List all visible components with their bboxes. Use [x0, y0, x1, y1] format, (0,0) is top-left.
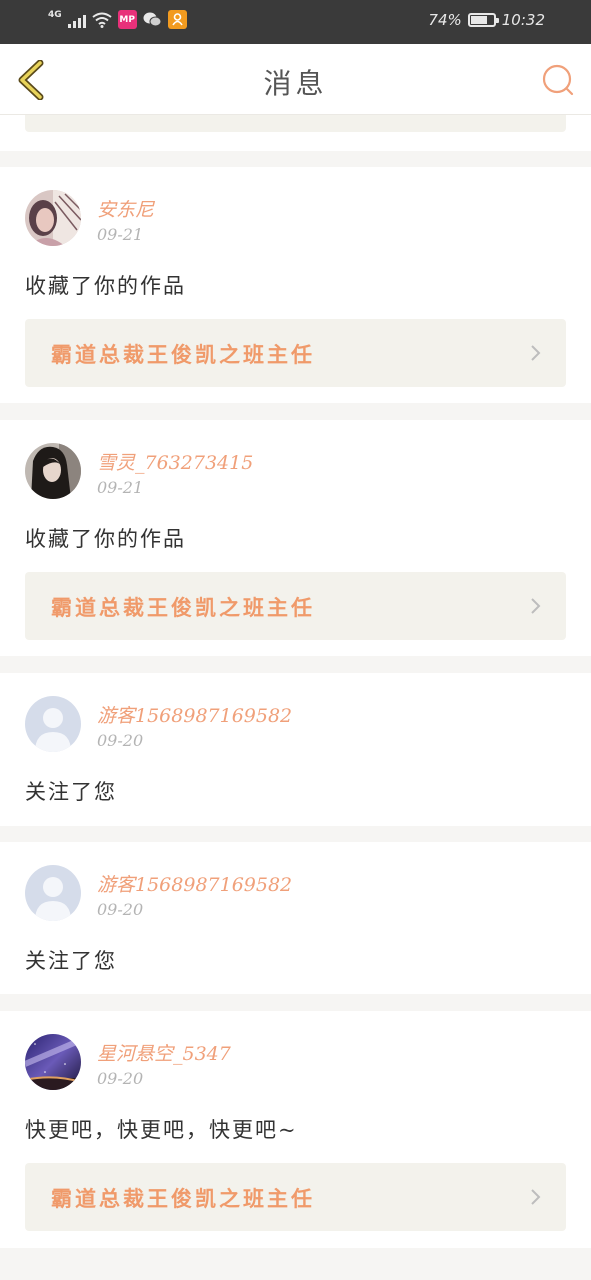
message-item[interactable]: 安东尼 09-21 收藏了你的作品 霸道总裁王俊凯之班主任 [0, 167, 591, 403]
search-icon [542, 64, 574, 96]
qzone-icon [167, 10, 187, 29]
message-item[interactable]: 游客1568987169582 09-20 关注了您 [0, 673, 591, 826]
message-date: 09-20 [97, 900, 144, 919]
battery-fill [470, 16, 488, 24]
message-item[interactable]: 星河悬空_5347 09-20 快更吧，快更吧，快更吧~ 霸道总裁王俊凯之班主任 [0, 1011, 591, 1248]
photo-galaxy-icon [25, 1034, 81, 1090]
network-type: 4G [48, 9, 62, 20]
work-link[interactable]: 霸道总裁王俊凯之班主任 [25, 319, 566, 387]
search-button[interactable] [541, 63, 575, 97]
avatar[interactable] [25, 443, 81, 499]
default-user-icon [25, 865, 81, 921]
work-title: 霸道总裁王俊凯之班主任 [51, 1186, 315, 1211]
battery-icon [467, 13, 499, 27]
username[interactable]: 安东尼 [97, 195, 154, 222]
message-text: 收藏了你的作品 [25, 274, 186, 298]
avatar[interactable] [25, 865, 81, 921]
status-icons-left: 4G MP [48, 10, 187, 29]
avatar[interactable] [25, 190, 81, 246]
status-icons-right: 74% 10:32 [428, 11, 545, 29]
username[interactable]: 游客1568987169582 [97, 870, 292, 897]
message-date: 09-21 [97, 225, 144, 244]
default-user-icon [25, 696, 81, 752]
avatar[interactable] [25, 1034, 81, 1090]
message-date: 09-20 [97, 731, 144, 750]
clock: 10:32 [501, 11, 545, 29]
chevron-right-icon [531, 1189, 541, 1205]
chevron-right-icon [531, 598, 541, 614]
message-item[interactable]: 雪灵_763273415 09-21 收藏了你的作品 霸道总裁王俊凯之班主任 [0, 420, 591, 656]
wifi-icon [92, 12, 112, 28]
page-title: 消息 [263, 67, 328, 100]
message-date: 09-21 [97, 478, 144, 497]
app-header: 消息 [0, 44, 591, 115]
work-title: 霸道总裁王俊凯之班主任 [51, 595, 315, 620]
message-date: 09-20 [97, 1069, 144, 1088]
username[interactable]: 雪灵_763273415 [97, 448, 253, 475]
status-bar: 4G MP 74% 10:32 [0, 0, 591, 44]
work-link[interactable]: 霸道总裁王俊凯之班主任 [25, 572, 566, 640]
work-link-partial[interactable] [25, 115, 566, 132]
photo-girl-icon [25, 190, 81, 246]
chevron-right-icon [531, 345, 541, 361]
signal-icon [67, 12, 86, 28]
list-item-partial [0, 115, 591, 151]
mp-app-icon: MP [117, 10, 137, 29]
work-title: 霸道总裁王俊凯之班主任 [51, 342, 315, 367]
message-item[interactable]: 游客1568987169582 09-20 关注了您 [0, 842, 591, 994]
message-text: 关注了您 [25, 780, 117, 804]
username[interactable]: 星河悬空_5347 [97, 1039, 231, 1066]
message-text: 收藏了你的作品 [25, 527, 186, 551]
message-text: 关注了您 [25, 949, 117, 973]
message-text: 快更吧，快更吧，快更吧~ [25, 1118, 298, 1142]
work-link[interactable]: 霸道总裁王俊凯之班主任 [25, 1163, 566, 1231]
username[interactable]: 游客1568987169582 [97, 701, 292, 728]
battery-percent: 74% [428, 11, 462, 29]
avatar[interactable] [25, 696, 81, 752]
wechat-icon [143, 10, 162, 29]
photo-girl-dark-icon [25, 443, 81, 499]
